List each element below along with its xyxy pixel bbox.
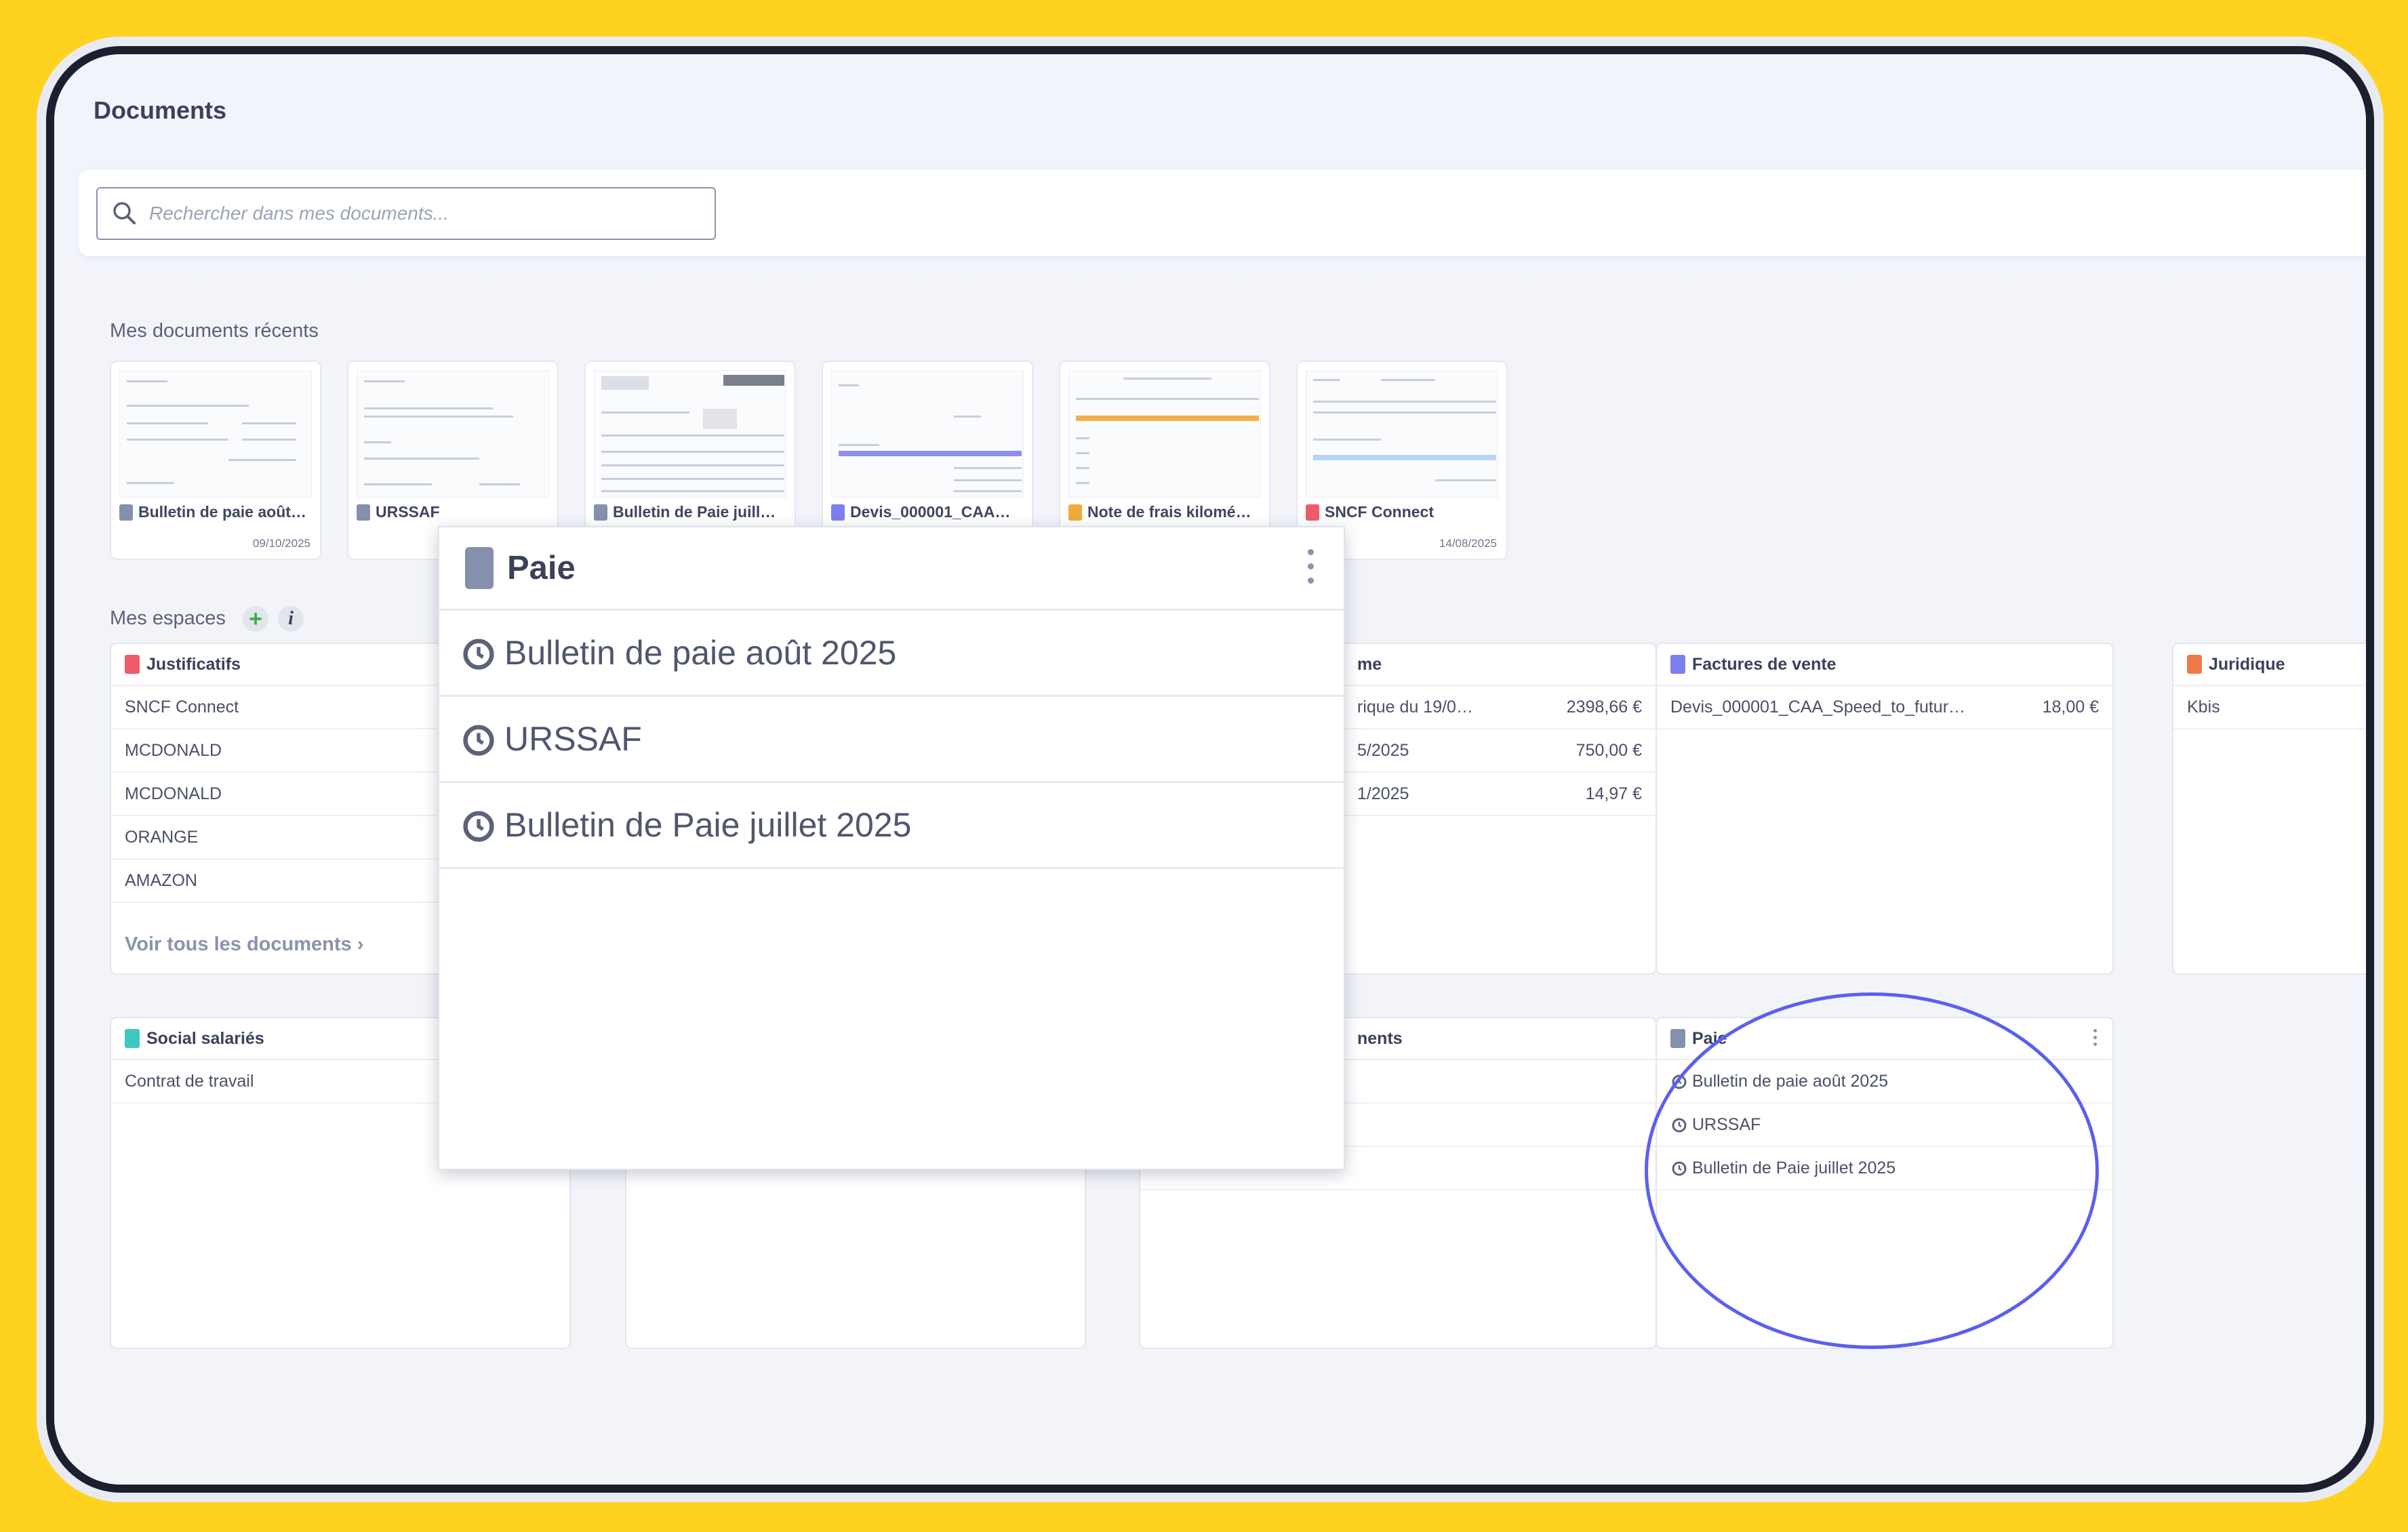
history-icon (463, 639, 494, 670)
legal-icon (2187, 655, 2202, 674)
search-icon (113, 202, 136, 224)
see-all-documents-link[interactable]: Voir tous les documents › (125, 933, 363, 956)
receipt-icon (1306, 504, 1319, 521)
spaces-section-label: Mes espaces (110, 607, 226, 629)
payslip-icon (357, 504, 370, 521)
app-frame: Documents Rechercher dans mes documents.… (46, 46, 2374, 1493)
payslip-icon (594, 504, 607, 521)
page-title: Documents (94, 96, 227, 124)
recent-card-date: 14/08/2025 (1439, 537, 1497, 550)
recent-card-name: URSSAF (357, 503, 440, 521)
document-thumbnail (594, 370, 786, 498)
document-thumbnail (119, 370, 312, 498)
list-item[interactable]: URSSAF (439, 697, 1344, 783)
recent-card-name: SNCF Connect (1306, 503, 1434, 521)
recent-card-name: Bulletin de paie août… (119, 503, 306, 521)
payslip-icon (1670, 1029, 1685, 1048)
info-icon[interactable]: i (278, 606, 304, 632)
space-card-header: Juridique (2173, 644, 2366, 686)
zoomed-panel-header: Paie (439, 527, 1344, 611)
list-item[interactable]: Devis_000001_CAA_Speed_to_futur… 18,00 € (1657, 686, 2112, 729)
recent-card-name: Note de frais kilomé… (1068, 503, 1251, 521)
receipt-icon (125, 655, 140, 674)
document-thumbnail (1068, 370, 1261, 498)
more-options-icon[interactable] (2093, 1029, 2098, 1049)
search-placeholder: Rechercher dans mes documents... (149, 203, 449, 224)
recent-card[interactable]: Bulletin de paie août… 09/10/2025 (110, 361, 321, 560)
list-item[interactable]: Bulletin de Paie juillet 2025 (439, 783, 1344, 869)
recent-card-name: Devis_000001_CAA… (831, 503, 1011, 521)
recent-card-date: 09/10/2025 (252, 537, 310, 550)
recent-section-label: Mes documents récents (110, 320, 319, 342)
list-item[interactable]: Kbis (2173, 686, 2366, 729)
history-icon (463, 811, 494, 842)
document-thumbnail (357, 370, 549, 498)
expense-icon (1068, 504, 1082, 521)
space-card-header: Factures de vente (1657, 644, 2112, 686)
employee-icon (125, 1029, 140, 1048)
space-card-juridique[interactable]: Juridique Kbis (2172, 643, 2366, 975)
highlight-circle (1645, 992, 2099, 1349)
search-bar: Rechercher dans mes documents... (79, 169, 2366, 256)
plus-icon[interactable]: + (243, 606, 268, 632)
space-card-factures-de-vente[interactable]: Factures de vente Devis_000001_CAA_Speed… (1656, 643, 2114, 975)
document-thumbnail (1306, 370, 1498, 498)
search-input[interactable]: Rechercher dans mes documents... (96, 187, 716, 240)
invoice-icon (831, 504, 845, 521)
list-item[interactable]: Bulletin de paie août 2025 (439, 611, 1344, 697)
history-icon (463, 725, 494, 756)
invoice-icon (1670, 655, 1685, 674)
recent-card-name: Bulletin de Paie juill… (594, 503, 776, 521)
document-thumbnail (831, 370, 1024, 498)
payslip-icon (465, 547, 494, 589)
zoomed-paie-panel: Paie Bulletin de paie août 2025 URSSAF B… (438, 526, 1345, 1170)
more-options-icon[interactable] (1308, 549, 1314, 592)
payslip-icon (119, 504, 133, 521)
